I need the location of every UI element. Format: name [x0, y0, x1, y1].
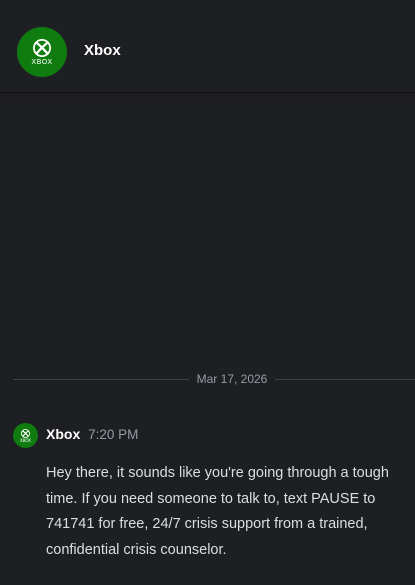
message-body: Hey there, it sounds like you're going t… — [46, 465, 389, 558]
channel-header: XBOX Xbox — [0, 0, 415, 92]
xbox-avatar[interactable]: XBOX — [17, 27, 67, 77]
xbox-logo-icon — [21, 428, 30, 438]
divider-line-right — [275, 379, 415, 380]
divider-date: Mar 17, 2026 — [196, 372, 268, 386]
message-author[interactable]: Xbox — [46, 426, 80, 442]
channel-title[interactable]: Xbox — [84, 42, 121, 59]
divider-line-left — [13, 379, 189, 380]
message-avatar[interactable]: XBOX — [13, 423, 38, 448]
message-header: Xbox 7:20 PM — [46, 426, 138, 442]
message-timestamp: 7:20 PM — [88, 427, 139, 442]
avatar-label: XBOX — [31, 57, 53, 66]
date-divider: Mar 17, 2026 — [13, 370, 415, 390]
xbox-logo-icon — [33, 38, 51, 57]
avatar-label: XBOX — [19, 437, 32, 443]
